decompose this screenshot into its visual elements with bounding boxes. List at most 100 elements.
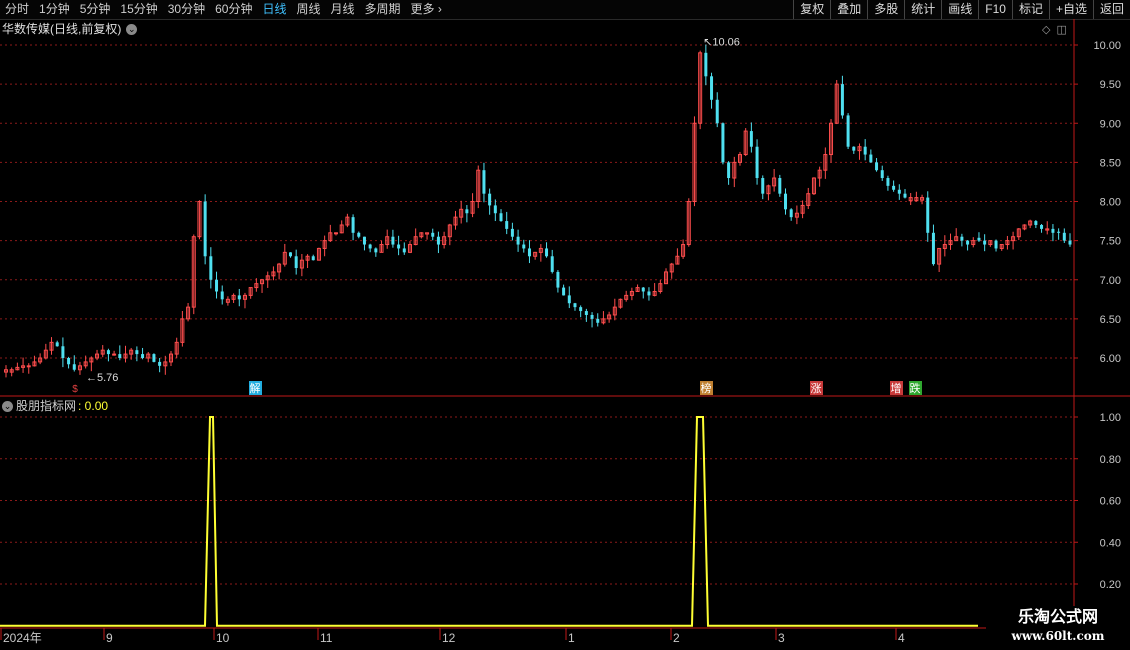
time-axis-label: 4 xyxy=(898,631,905,645)
candle-body xyxy=(749,131,753,147)
event-marker: 解 xyxy=(250,381,261,395)
candle-body xyxy=(215,279,219,292)
low-marker: ←5.76 xyxy=(86,372,118,384)
event-marker: 榜 xyxy=(701,381,712,395)
candle-body xyxy=(334,232,339,235)
candle-body xyxy=(579,307,583,312)
candle-body xyxy=(863,146,867,155)
time-axis-label: 3 xyxy=(778,631,785,645)
time-axis-label: 10 xyxy=(216,631,230,645)
candle-body xyxy=(106,350,110,355)
high-marker: ↖10.06 xyxy=(703,36,740,48)
candle-body xyxy=(26,365,31,368)
candle-body xyxy=(152,354,156,362)
price-axis-label: 10.00 xyxy=(1093,40,1121,52)
indicator-axis-label: 0.80 xyxy=(1100,454,1121,466)
price-axis-label: 6.00 xyxy=(1100,353,1121,365)
candle-body xyxy=(55,342,59,347)
candle-body xyxy=(869,154,873,163)
candle-body xyxy=(573,303,577,308)
candle-body xyxy=(590,314,594,319)
stock-chart[interactable]: 6.00 6.50 7.00 7.50 8.00 8.50 9.00 9.50 10.00 ↖10… xyxy=(0,0,1130,650)
watermark-title: 乐淘公式网 xyxy=(1017,607,1098,626)
candle-body xyxy=(715,99,719,124)
candle-body xyxy=(118,354,122,358)
candle-body xyxy=(311,256,315,261)
candle-body xyxy=(562,287,566,296)
candle-body xyxy=(710,76,714,100)
candle-body xyxy=(374,248,378,253)
candle-body xyxy=(397,244,401,249)
candle-body xyxy=(158,361,162,366)
candle-body xyxy=(510,228,514,237)
price-axis-label: 8.00 xyxy=(1100,197,1121,209)
candle-body xyxy=(368,244,372,249)
candle-body xyxy=(727,162,731,179)
time-axis-label: 12 xyxy=(442,631,456,645)
price-axis-label: 6.50 xyxy=(1100,314,1121,326)
watermark-url: www.60lt.com xyxy=(1011,629,1105,643)
candle-body xyxy=(960,236,964,241)
candle-body xyxy=(880,170,884,179)
candle-body xyxy=(596,318,600,323)
indicator-axis-label: 1.00 xyxy=(1100,412,1121,424)
candle-body xyxy=(1068,240,1072,245)
candle-body xyxy=(994,240,998,249)
candle-body xyxy=(465,209,469,214)
indicator-line xyxy=(0,416,978,627)
candle-body xyxy=(516,236,520,245)
candle-body xyxy=(886,178,890,186)
candle-body xyxy=(852,146,856,151)
price-axis-label: 9.50 xyxy=(1100,79,1121,91)
candle-body xyxy=(357,232,361,237)
candle-body xyxy=(482,170,486,194)
candle-body xyxy=(351,217,355,233)
candle-body xyxy=(931,232,935,265)
price-axis-label: 7.00 xyxy=(1100,275,1121,287)
candle-body xyxy=(704,52,708,77)
candle-body xyxy=(892,185,896,190)
candle-body xyxy=(584,311,588,315)
candle-body xyxy=(846,115,850,147)
candle-body xyxy=(1040,224,1044,229)
candle-body xyxy=(402,248,406,253)
candle-body xyxy=(1034,221,1038,225)
candle-body xyxy=(61,346,65,358)
candle-body xyxy=(499,213,503,222)
candle-body xyxy=(67,358,71,365)
event-marker: 涨 xyxy=(811,382,822,395)
candle-body xyxy=(755,146,759,179)
time-axis-label: 11 xyxy=(320,631,333,645)
time-axis-label: 2024年 xyxy=(3,631,42,645)
candle-body xyxy=(840,84,844,116)
indicator-axis-label: 0.40 xyxy=(1100,537,1121,549)
candle-body xyxy=(784,193,788,210)
candle-body xyxy=(641,287,645,292)
candle-body xyxy=(436,236,440,245)
candle-body xyxy=(527,248,531,257)
candle-body xyxy=(926,197,930,233)
candle-body xyxy=(545,248,549,257)
candle-body xyxy=(72,364,76,370)
candle-body xyxy=(431,232,435,237)
time-axis-label: 9 xyxy=(106,631,113,645)
candle-body xyxy=(493,205,497,214)
candle-body xyxy=(977,237,981,241)
candle-body xyxy=(209,256,213,280)
price-axis-label: 7.50 xyxy=(1100,236,1121,248)
candle-body xyxy=(550,256,554,272)
candle-body xyxy=(903,193,907,198)
candle-body xyxy=(488,193,492,206)
candle-body xyxy=(362,236,366,245)
price-axis-label: 9.00 xyxy=(1100,118,1121,130)
watermark: 乐淘公式网 www.60lt.com xyxy=(986,606,1130,650)
candle-body xyxy=(983,240,987,245)
candle-body xyxy=(778,178,782,194)
indicator-axis-label: 0.20 xyxy=(1100,579,1121,591)
candle-body xyxy=(203,201,207,257)
candle-body xyxy=(647,291,651,296)
indicator-axis-label: 0.60 xyxy=(1100,496,1121,508)
candle-body xyxy=(391,236,395,245)
candle-body xyxy=(1062,232,1066,241)
candle-body xyxy=(294,256,298,269)
